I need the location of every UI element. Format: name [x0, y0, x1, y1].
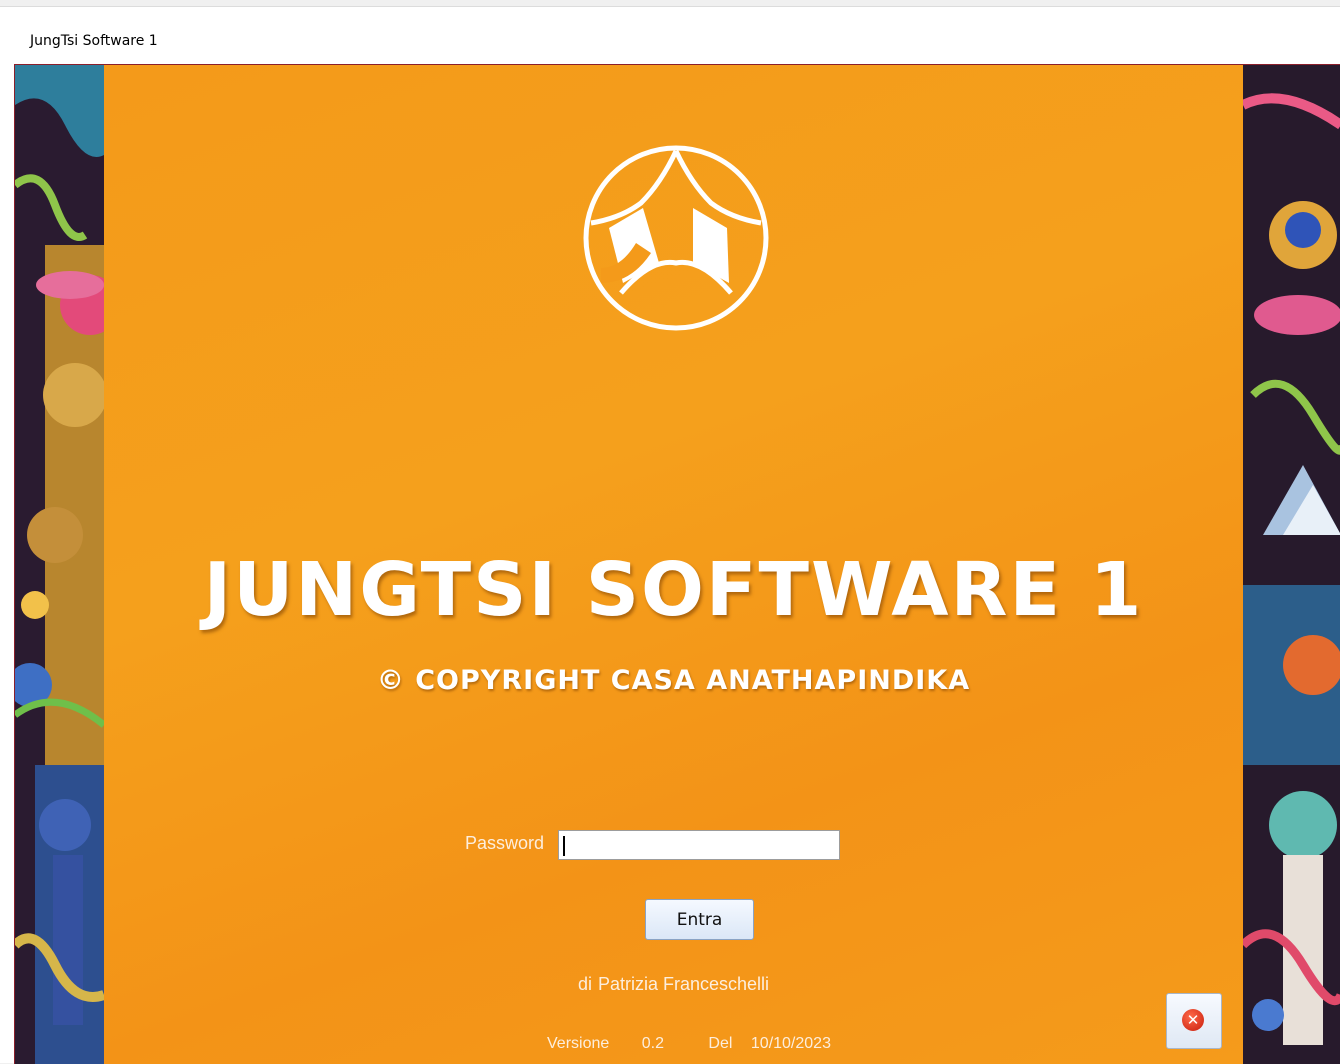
version-row: Versione 0.2 Del 10/10/2023	[547, 1035, 831, 1053]
close-button[interactable]: ✕	[1166, 993, 1222, 1049]
splash-main-panel: JUNGTSI SOFTWARE 1 © COPYRIGHT CASA ANAT…	[104, 65, 1243, 1064]
date-value: 10/10/2023	[750, 1035, 831, 1052]
prayer-flags-logo-icon	[583, 145, 769, 331]
left-decorative-panel	[15, 65, 104, 1064]
date-label: Del	[708, 1035, 733, 1052]
password-input[interactable]	[558, 830, 840, 860]
author-name: Patrizia Franceschelli	[597, 974, 770, 994]
version-label: Versione	[547, 1035, 610, 1052]
window-title: JungTsi Software 1	[30, 33, 158, 49]
right-decorative-panel	[1243, 65, 1340, 1064]
close-icon: ✕	[1182, 1009, 1204, 1031]
splash-frame: JUNGTSI SOFTWARE 1 © COPYRIGHT CASA ANAT…	[14, 64, 1340, 1064]
copyright-text: © COPYRIGHT CASA ANATHAPINDIKA	[376, 665, 971, 696]
title-bar: JungTsi Software 1	[0, 7, 1340, 63]
left-thangka-image	[15, 65, 104, 1064]
author-prefix: di	[577, 974, 592, 994]
version-value: 0.2	[641, 1035, 664, 1052]
author-line: di Patrizia Franceschelli	[104, 974, 1243, 995]
right-thangka-image	[1243, 65, 1340, 1064]
enter-button[interactable]: Entra	[645, 899, 754, 940]
text-caret	[563, 836, 565, 856]
password-label: Password	[464, 833, 544, 853]
app-window: JungTsi Software 1 JUNGTSI SOFTWARE 1 © …	[0, 6, 1340, 1064]
app-title: JUNGTSI SOFTWARE 1	[203, 547, 1144, 633]
